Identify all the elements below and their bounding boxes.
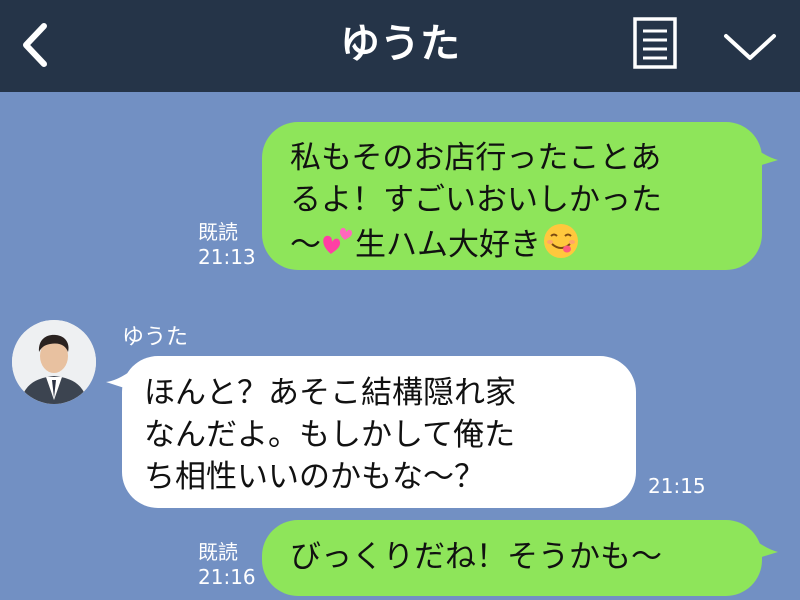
notes-icon xyxy=(633,17,677,69)
notes-button[interactable] xyxy=(630,16,680,70)
message-bubble[interactable]: ほんと？あそこ結構隠れ家 なんだよ。もしかして俺た ち相性いいのかもな〜？ xyxy=(122,356,636,508)
message-line: るよ！すごいおいしかった xyxy=(290,182,662,218)
dropdown-button[interactable] xyxy=(722,26,778,66)
read-receipt: 既読 xyxy=(198,540,238,564)
message-text: 生ハム大好き xyxy=(355,227,541,263)
timestamp: 21:13 xyxy=(198,245,256,269)
yum-face-icon xyxy=(541,221,581,272)
message-line: なんだよ。もしかして俺た xyxy=(144,417,516,453)
message-line: 私もそのお店行ったことあ xyxy=(290,140,662,176)
timestamp: 21:15 xyxy=(648,474,706,498)
message-bubble[interactable]: びっくりだね！そうかも〜 xyxy=(262,520,762,596)
message-bubble[interactable]: 私もそのお店行ったことあ るよ！すごいおいしかった 〜生ハム大好き xyxy=(262,122,762,270)
two-hearts-icon xyxy=(321,224,355,269)
profile-photo-icon xyxy=(12,320,96,404)
message-line: ち相性いいのかもな〜？ xyxy=(144,459,485,495)
avatar[interactable] xyxy=(12,320,96,404)
read-receipt: 既読 xyxy=(198,220,238,244)
message-line: ほんと？あそこ結構隠れ家 xyxy=(144,375,516,411)
chevron-down-icon xyxy=(724,34,776,60)
sender-name: ゆうた xyxy=(122,325,189,350)
message-line-with-emoji: 〜生ハム大好き xyxy=(290,221,762,272)
back-button[interactable] xyxy=(14,20,60,70)
message-line: びっくりだね！そうかも〜 xyxy=(290,539,662,575)
chat-title: ゆうた xyxy=(340,21,460,67)
timestamp: 21:16 xyxy=(198,565,256,589)
chat-header: ゆうた xyxy=(0,0,800,92)
chevron-left-icon xyxy=(23,23,47,67)
message-text: 〜 xyxy=(290,227,321,263)
